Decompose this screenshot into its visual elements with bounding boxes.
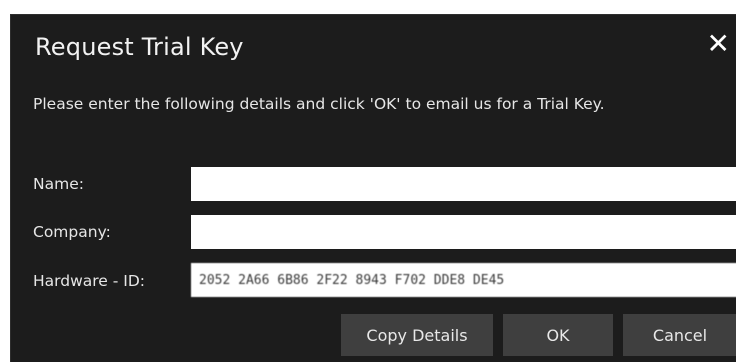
dialog-title: Request Trial Key — [35, 33, 244, 61]
ok-button[interactable]: OK — [503, 314, 613, 356]
hardware-id-field[interactable] — [191, 263, 736, 297]
copy-details-button[interactable]: Copy Details — [341, 314, 493, 356]
name-label: Name: — [33, 175, 84, 193]
close-icon[interactable]: ✕ — [707, 30, 730, 58]
cancel-button[interactable]: Cancel — [623, 314, 736, 356]
instruction-text: Please enter the following details and c… — [33, 95, 605, 113]
company-field[interactable] — [191, 215, 736, 249]
name-field[interactable] — [191, 167, 736, 201]
trial-key-dialog: Request Trial Key ✕ Please enter the fol… — [10, 14, 736, 362]
hardware-id-label: Hardware - ID: — [33, 272, 146, 290]
company-label: Company: — [33, 223, 111, 241]
